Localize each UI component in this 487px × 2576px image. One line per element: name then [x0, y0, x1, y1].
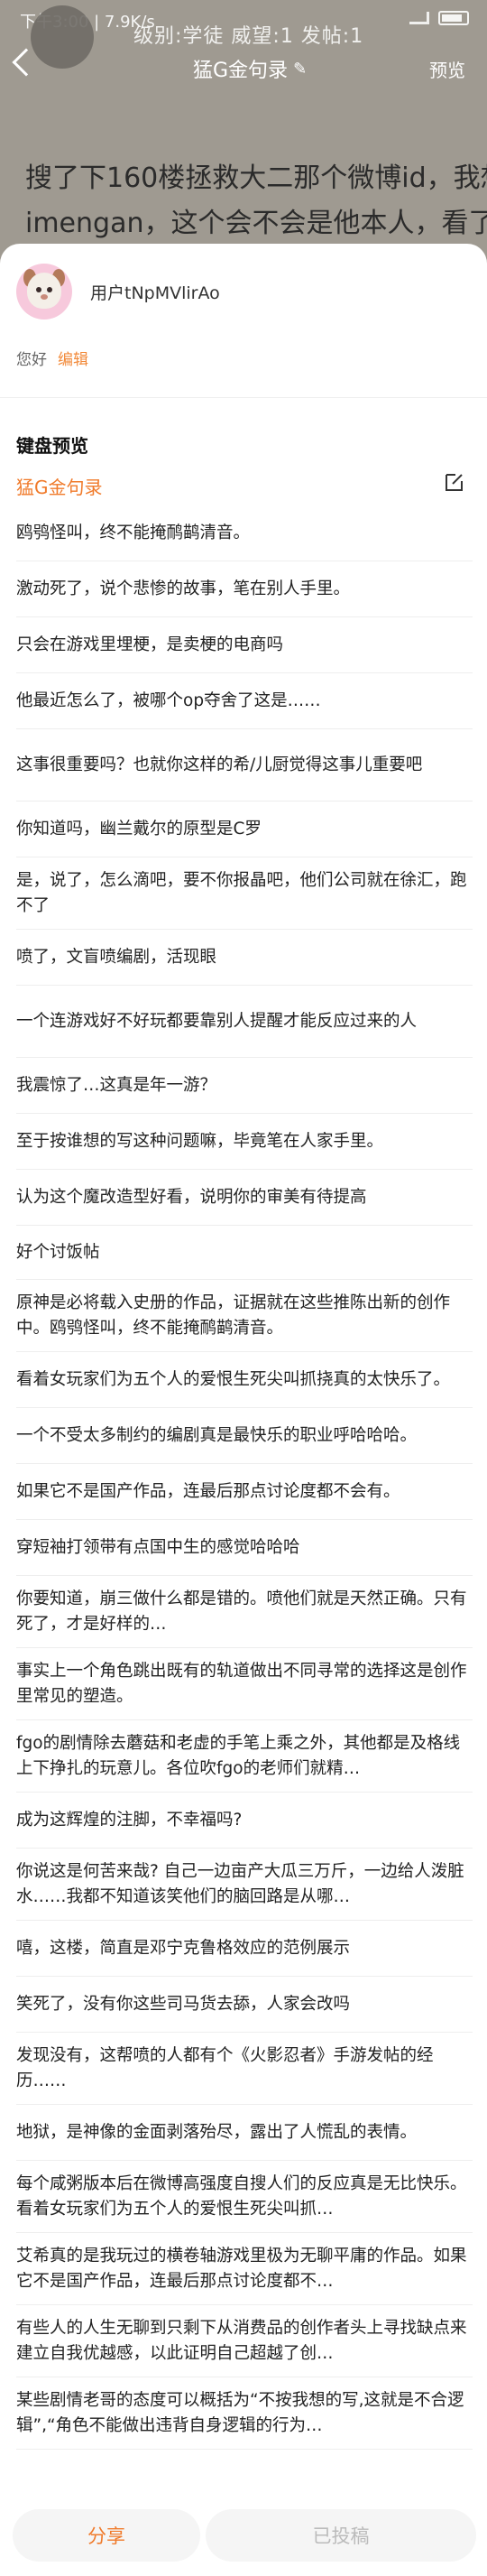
quote-item[interactable]: 你要知道，崩三做什么都是错的。喷他们就是天然正确。只有死了，才是好样的…	[16, 1576, 473, 1648]
quote-text: 穿短袖打领带有点国中生的感觉哈哈哈	[16, 1537, 300, 1557]
quote-item[interactable]: 原神是必将载入史册的作品，证据就在这些推陈出新的创作中。鸥鸮怪叫，终不能掩鸸鹋清…	[16, 1280, 473, 1352]
edit-link[interactable]: 编辑	[58, 347, 88, 369]
quote-item[interactable]: 看着女玩家们为五个人的爱恨生死尖叫抓挠真的太快乐了。	[16, 1352, 473, 1408]
article-backdrop: 下午3:00 | 7.9K/s 级别:学徒 威望:1 发帖:1 猛G金句录 ✎ …	[0, 0, 487, 271]
signal-icon	[409, 12, 429, 24]
quote-item[interactable]: 成为这辉煌的注脚，不幸福吗?	[16, 1793, 473, 1849]
quote-text: 喷了，文盲喷编剧，活现眼	[16, 947, 217, 967]
quote-item[interactable]: 一个连游戏好不好玩都要靠别人提醒才能反应过来的人	[16, 986, 473, 1058]
compose-icon[interactable]	[444, 471, 465, 493]
quote-text: 你要知道，崩三做什么都是错的。喷他们就是天然正确。只有死了，才是好样的…	[16, 1589, 467, 1634]
quote-text: fgo的剧情除去蘑菇和老虚的手笔上乘之外，其他都是及格线上下挣扎的玩意儿。各位吹…	[16, 1733, 461, 1778]
quote-list: 鸥鸮怪叫，终不能掩鸸鹋清音。激动死了，说个悲惨的故事，笔在别人手里。 只会在游戏里…	[16, 505, 473, 2450]
quote-text: 某些剧情老哥的态度可以概括为“不按我想的写,这就是不合逻辑”,“角色不能做出违背…	[16, 2390, 464, 2435]
username: 用户tNpMVlirAo	[90, 283, 220, 303]
quote-item[interactable]: 笑死了，没有你这些司马货去舔，人家会改吗	[16, 1977, 473, 2033]
quote-text: 事实上一个角色跳出既有的轨道做出不同寻常的选择这是创作里常见的塑造。	[16, 1661, 467, 1706]
quote-item[interactable]: 你知道吗，幽兰戴尔的原型是C罗	[16, 802, 473, 857]
quote-item[interactable]: 激动死了，说个悲惨的故事，笔在别人手里。	[16, 561, 473, 617]
quote-item[interactable]: 地狱，是神像的金面剥落殆尽，露出了人慌乱的表情。	[16, 2105, 473, 2161]
article-text-line: imengan，这个会不会是他本人，看了下	[25, 208, 487, 239]
quote-item[interactable]: 这事很重要吗？也就你这样的希/儿厨觉得这事儿重要吧	[16, 729, 473, 802]
quote-item[interactable]: 有些人的人生无聊到只剩下从消费品的创作者头上寻找缺点来建立自我优越感，以此证明自…	[16, 2305, 473, 2377]
posted-button[interactable]: 已投稿	[206, 2509, 476, 2562]
quote-item[interactable]: 穿短袖打领带有点国中生的感觉哈哈哈	[16, 1520, 473, 1576]
avatar-nose	[41, 294, 48, 300]
quote-text: 一个不受太多制约的编剧真是最快乐的职业呼哈哈哈。	[16, 1425, 418, 1445]
quote-text: 有些人的人生无聊到只剩下从消费品的创作者头上寻找缺点来建立自我优越感，以此证明自…	[16, 2318, 467, 2363]
quote-item[interactable]: 发现没有，这帮喷的人都有个《火影忍者》手游发帖的经历……	[16, 2033, 473, 2105]
quote-item[interactable]: 好个讨饭帖	[16, 1226, 473, 1280]
user-avatar	[16, 264, 72, 320]
greeting-text: 您好	[16, 351, 47, 369]
quote-item[interactable]: 某些剧情老哥的态度可以概括为“不按我想的写,这就是不合逻辑”,“角色不能做出违背…	[16, 2377, 473, 2450]
avatar-eye	[47, 287, 52, 292]
greeting-row: 您好 编辑	[16, 347, 88, 369]
quote-text: 激动死了，说个悲惨的故事，笔在别人手里。	[16, 579, 351, 598]
quote-text: 地狱，是神像的金面剥落殆尽，露出了人慌乱的表情。	[16, 2122, 418, 2142]
quote-item[interactable]: 喷了，文盲喷编剧，活现眼	[16, 930, 473, 986]
quote-text: 好个讨饭帖	[16, 1242, 100, 1262]
quote-text: 看着女玩家们为五个人的爱恨生死尖叫抓挠真的太快乐了。	[16, 1369, 451, 1389]
quote-text: 笑死了，没有你这些司马货去舔，人家会改吗	[16, 1994, 351, 2014]
nav-title-text: 猛G金句录	[193, 60, 289, 82]
quote-item[interactable]: 如果它不是国产作品，连最后那点讨论度都不会有。	[16, 1464, 473, 1520]
quote-item[interactable]: 只会在游戏里埋梗，是卖梗的电商吗	[16, 617, 473, 673]
author-avatar	[31, 5, 94, 69]
quote-text: 至于按谁想的写这种问题嘛，毕竟笔在人家手里。	[16, 1131, 384, 1151]
status-icons	[409, 11, 469, 25]
quote-text: 嘻，这楼，简直是邓宁克鲁格效应的范例展示	[16, 1938, 351, 1958]
avatar-eye	[36, 287, 41, 292]
avatar-face	[27, 273, 61, 309]
quote-item[interactable]: 一个不受太多制约的编剧真是最快乐的职业呼哈哈哈。	[16, 1408, 473, 1464]
author-meta: 级别:学徒 威望:1 发帖:1	[133, 25, 364, 48]
quote-item[interactable]: fgo的剧情除去蘑菇和老虚的手笔上乘之外，其他都是及格线上下挣扎的玩意儿。各位吹…	[16, 1720, 473, 1793]
quote-text: 一个连游戏好不好玩都要靠别人提醒才能反应过来的人	[16, 1011, 418, 1031]
quote-item[interactable]: 鸥鸮怪叫，终不能掩鸸鹋清音。	[16, 505, 473, 561]
quote-text: 你说这是何苦来哉? 自己一边亩产大瓜三万斤，一边给人泼脏水……我都不知道该笑他们…	[16, 1861, 464, 1906]
pencil-icon: ✎	[293, 59, 308, 79]
quote-item[interactable]: 你说这是何苦来哉? 自己一边亩产大瓜三万斤，一边给人泼脏水……我都不知道该笑他们…	[16, 1849, 473, 1921]
quote-item[interactable]: 我震惊了…这真是年一游？	[16, 1058, 473, 1114]
quote-text: 他最近怎么了，被哪个op夺舍了这是……	[16, 690, 321, 710]
quote-text: 如果它不是国产作品，连最后那点讨论度都不会有。	[16, 1481, 400, 1501]
quote-item[interactable]: 至于按谁想的写这种问题嘛，毕竟笔在人家手里。	[16, 1114, 473, 1170]
quote-text: 你知道吗，幽兰戴尔的原型是C罗	[16, 819, 262, 839]
quote-text: 只会在游戏里埋梗，是卖梗的电商吗	[16, 635, 284, 654]
tab-quotes[interactable]: 猛G金句录	[16, 473, 103, 499]
article-text-line: 搜了下160楼拯救大二那个微博id，我想起了一个	[25, 162, 487, 194]
quote-text: 原神是必将载入史册的作品，证据就在这些推陈出新的创作中。鸥鸮怪叫，终不能掩鸸鹋清…	[16, 1293, 451, 1338]
quote-item[interactable]: 是，说了，怎么滴吧，要不你报晶吧，他们公司就在徐汇，跑不了	[16, 857, 473, 930]
quote-item[interactable]: 认为这个魔改造型好看，说明你的审美有待提高	[16, 1170, 473, 1226]
share-button[interactable]: 分享	[13, 2509, 200, 2562]
quote-text: 这事很重要吗？也就你这样的希/儿厨觉得这事儿重要吧	[16, 755, 423, 774]
quote-item[interactable]: 事实上一个角色跳出既有的轨道做出不同寻常的选择这是创作里常见的塑造。	[16, 1648, 473, 1720]
quote-item[interactable]: 他最近怎么了，被哪个op夺舍了这是……	[16, 673, 473, 729]
preview-button[interactable]: 预览	[429, 56, 465, 82]
quote-item[interactable]: 每个咸粥版本后在微博高强度自搜人们的反应真是无比快乐。看着女玩家们为五个人的爱恨…	[16, 2161, 473, 2233]
quote-text: 鸥鸮怪叫，终不能掩鸸鹋清音。	[16, 523, 251, 542]
battery-icon	[438, 11, 469, 25]
quote-text: 我震惊了…这真是年一游？	[16, 1075, 217, 1095]
quote-text: 艾希真的是我玩过的横卷轴游戏里极为无聊平庸的作品。如果它不是国产作品，连最后那点…	[16, 2246, 467, 2291]
quote-text: 每个咸粥版本后在微博高强度自搜人们的反应真是无比快乐。看着女玩家们为五个人的爱恨…	[16, 2173, 467, 2219]
quote-text: 是，说了，怎么滴吧，要不你报晶吧，他们公司就在徐汇，跑不了	[16, 870, 467, 915]
quote-text: 成为这辉煌的注脚，不幸福吗?	[16, 1810, 243, 1830]
bottom-bar: 分享 已投稿	[0, 2504, 487, 2576]
quote-item[interactable]: 艾希真的是我玩过的横卷轴游戏里极为无聊平庸的作品。如果它不是国产作品，连最后那点…	[16, 2233, 473, 2305]
quote-item[interactable]: 嘻，这楼，简直是邓宁克鲁格效应的范例展示	[16, 1921, 473, 1977]
nav-title: 猛G金句录 ✎	[193, 54, 307, 83]
quote-text: 发现没有，这帮喷的人都有个《火影忍者》手游发帖的经历……	[16, 2045, 434, 2090]
divider	[0, 397, 487, 398]
section-title: 键盘预览	[16, 435, 88, 457]
user-row: 用户tNpMVlirAo	[16, 264, 220, 320]
quote-text: 认为这个魔改造型好看，说明你的审美有待提高	[16, 1187, 367, 1207]
